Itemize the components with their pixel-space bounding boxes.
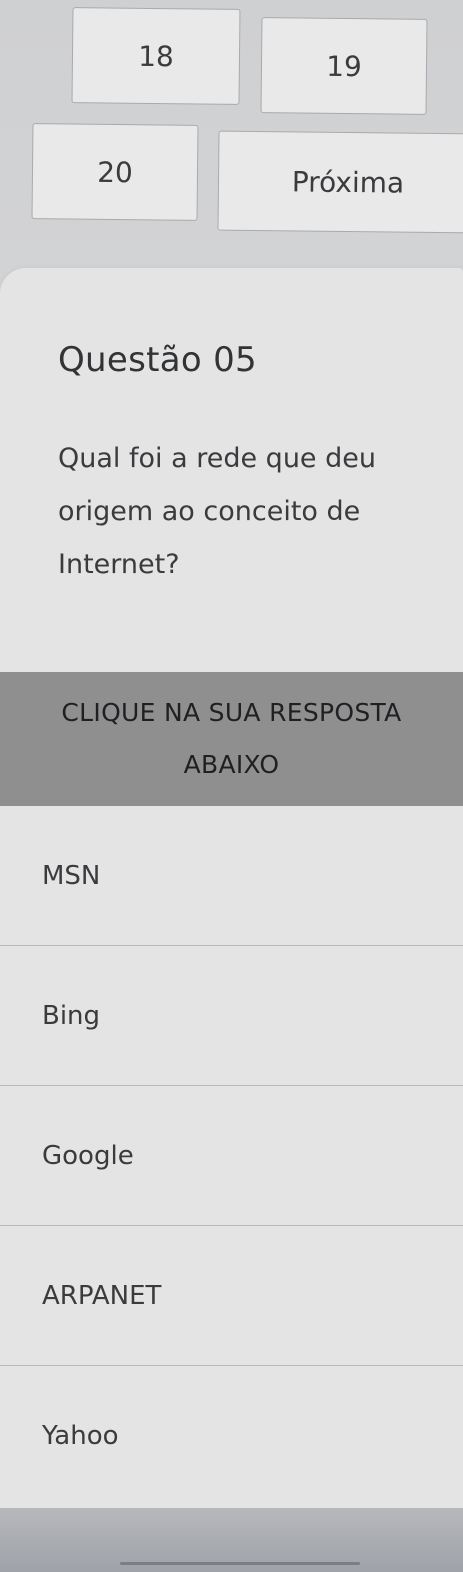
answer-list: MSN Bing Google ARPANET Yahoo bbox=[0, 806, 463, 1506]
question-text: Qual foi a rede que deu origem ao concei… bbox=[58, 443, 376, 580]
page-18-label: 18 bbox=[138, 39, 174, 73]
page-20-button[interactable]: 20 bbox=[31, 123, 199, 221]
page-19-button[interactable]: 19 bbox=[260, 17, 428, 115]
page-19-label: 19 bbox=[326, 49, 362, 83]
next-label: Próxima bbox=[291, 164, 405, 200]
answer-option-yahoo[interactable]: Yahoo bbox=[0, 1366, 463, 1506]
instruction-text: CLIQUE NA SUA RESPOSTA ABAIXO bbox=[61, 698, 402, 779]
answer-option-arpanet[interactable]: ARPANET bbox=[0, 1226, 463, 1366]
answer-option-google[interactable]: Google bbox=[0, 1086, 463, 1226]
page-20-label: 20 bbox=[97, 155, 133, 189]
question-title: Questão 05 bbox=[58, 340, 257, 380]
bottom-divider bbox=[120, 1562, 360, 1565]
next-button[interactable]: Próxima bbox=[217, 130, 463, 234]
answer-option-msn[interactable]: MSN bbox=[0, 806, 463, 946]
quiz-page: 18 19 20 Próxima Questão 05 Qual foi a r… bbox=[0, 0, 463, 1572]
answer-option-bing[interactable]: Bing bbox=[0, 946, 463, 1086]
page-18-button[interactable]: 18 bbox=[71, 7, 241, 105]
question-card: Questão 05 Qual foi a rede que deu orige… bbox=[0, 268, 463, 1508]
instruction-banner: CLIQUE NA SUA RESPOSTA ABAIXO bbox=[0, 672, 463, 806]
